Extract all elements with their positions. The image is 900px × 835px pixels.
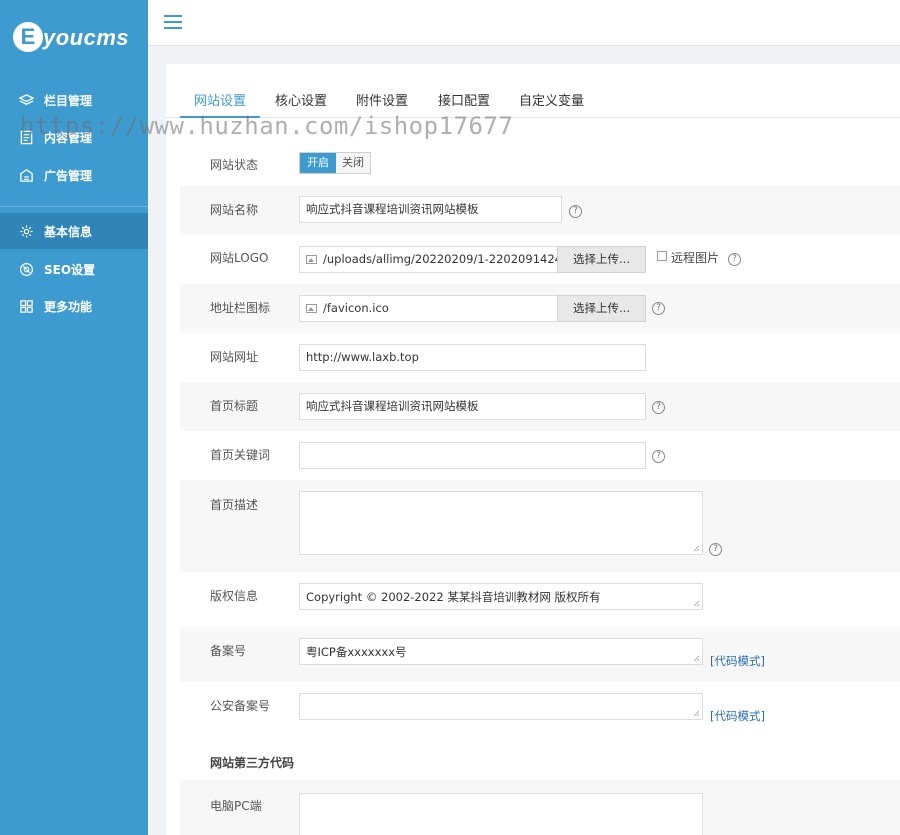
layers-icon	[18, 92, 34, 108]
form-row-police: 公安备案号 [代码模式]	[180, 682, 900, 738]
grid-icon	[18, 298, 34, 314]
home-desc-label: 首页描述	[210, 498, 259, 512]
home-desc-textarea[interactable]	[299, 491, 703, 555]
help-icon[interactable]: ?	[709, 543, 722, 556]
site-url-input[interactable]: http://www.laxb.top	[299, 344, 646, 371]
logo-path-value: /uploads/allimg/20220209/1-2202091424	[323, 252, 558, 266]
favicon-label: 地址栏图标	[210, 301, 271, 315]
form-row-home-title: 首页标题 响应式抖音课程培训资讯网站模板 ?	[180, 382, 900, 431]
logo-upload-button[interactable]: 选择上传...	[557, 246, 646, 273]
watermark-text: https://www.huzhan.com/ishop17677	[20, 112, 514, 140]
police-label: 公安备案号	[210, 699, 271, 713]
site-name-input[interactable]: 响应式抖音课程培训资讯网站模板	[299, 196, 562, 223]
form-row-status: 网站状态 开启 关闭	[180, 138, 900, 186]
help-icon[interactable]: ?	[652, 450, 665, 463]
logo-letter: E	[13, 22, 43, 52]
tab-bar: 网站设置 核心设置 附件设置 接口配置 自定义变量	[166, 64, 900, 118]
logo-text: youcms	[43, 25, 130, 50]
settings-panel: 网站设置 核心设置 附件设置 接口配置 自定义变量 网站状态 开启 关闭 网站名…	[166, 64, 900, 835]
favicon-upload-button[interactable]: 选择上传...	[557, 295, 646, 322]
site-name-label: 网站名称	[210, 203, 259, 217]
sidebar-item-more[interactable]: 更多功能	[0, 288, 148, 324]
remote-image-checkbox[interactable]	[657, 251, 667, 261]
image-icon	[306, 304, 317, 313]
form-row-icp: 备案号 粤ICP备xxxxxxx号 [代码模式]	[180, 627, 900, 682]
copyright-value: Copyright © 2002-2022 某某抖音培训教材网 版权所有	[306, 590, 601, 604]
sidebar-item-label: 广告管理	[44, 168, 93, 183]
sidebar-item-ads[interactable]: 广告管理	[0, 157, 148, 193]
resize-grip-icon[interactable]	[693, 655, 700, 662]
status-switch[interactable]: 开启 关闭	[299, 152, 371, 174]
icp-code-mode-link[interactable]: [代码模式]	[710, 653, 765, 669]
home-title-input[interactable]: 响应式抖音课程培训资讯网站模板	[299, 393, 646, 420]
resize-grip-icon[interactable]	[693, 600, 700, 607]
form-row-home-keywords: 首页关键词 ?	[180, 431, 900, 480]
form-row-pc-code: 电脑PC端	[180, 780, 900, 835]
form-section-third-party: 网站第三方代码	[180, 738, 900, 780]
logo-path-input[interactable]: /uploads/allimg/20220209/1-2202091424	[299, 246, 558, 273]
sidebar-divider	[0, 206, 148, 207]
copyright-textarea[interactable]: Copyright © 2002-2022 某某抖音培训教材网 版权所有	[299, 583, 703, 610]
form-row-logo: 网站LOGO /uploads/allimg/20220209/1-220209…	[180, 235, 900, 284]
form-row-favicon: 地址栏图标 /favicon.ico 选择上传... ?	[180, 284, 900, 333]
tab-custom-vars[interactable]: 自定义变量	[519, 90, 584, 118]
form-row-home-desc: 首页描述 ?	[180, 480, 900, 572]
icp-value: 粤ICP备xxxxxxx号	[306, 645, 407, 659]
sidebar-item-label: SEO设置	[44, 262, 96, 277]
third-party-heading: 网站第三方代码	[210, 756, 295, 770]
home-keywords-label: 首页关键词	[210, 448, 271, 462]
ad-icon	[18, 167, 34, 183]
status-on-button[interactable]: 开启	[300, 153, 336, 173]
copyright-label: 版权信息	[210, 589, 259, 603]
icp-textarea[interactable]: 粤ICP备xxxxxxx号	[299, 638, 703, 665]
sidebar-item-label: 更多功能	[44, 299, 93, 314]
logo-label: 网站LOGO	[210, 251, 269, 265]
sidebar-item-basic-info[interactable]: 基本信息	[0, 213, 148, 249]
menu-toggle-icon[interactable]	[164, 15, 182, 31]
form-row-copyright: 版权信息 Copyright © 2002-2022 某某抖音培训教材网 版权所…	[180, 572, 900, 627]
help-icon[interactable]: ?	[728, 253, 741, 266]
sidebar-item-label: 栏目管理	[44, 93, 93, 108]
seo-icon	[18, 261, 34, 277]
home-title-label: 首页标题	[210, 399, 259, 413]
sidebar-item-label: 基本信息	[44, 224, 93, 239]
help-icon[interactable]: ?	[569, 205, 582, 218]
favicon-path-value: /favicon.ico	[323, 301, 389, 315]
home-keywords-input[interactable]	[299, 442, 646, 469]
remote-image-label: 远程图片	[671, 251, 720, 265]
form-row-site-url: 网站网址 http://www.laxb.top	[180, 333, 900, 382]
icp-label: 备案号	[210, 644, 247, 658]
resize-grip-icon[interactable]	[693, 545, 700, 552]
form-row-site-name: 网站名称 响应式抖音课程培训资讯网站模板 ?	[180, 186, 900, 235]
help-icon[interactable]: ?	[652, 302, 665, 315]
image-icon	[306, 255, 317, 264]
help-icon[interactable]: ?	[652, 401, 665, 414]
site-url-label: 网站网址	[210, 350, 259, 364]
favicon-path-input[interactable]: /favicon.ico	[299, 295, 558, 322]
status-off-button[interactable]: 关闭	[336, 153, 370, 173]
logo[interactable]: E youcms	[13, 22, 143, 56]
police-code-mode-link[interactable]: [代码模式]	[710, 708, 765, 724]
gear-icon	[18, 223, 34, 239]
sidebar-item-seo[interactable]: SEO设置	[0, 251, 148, 287]
pc-code-label: 电脑PC端	[210, 799, 262, 813]
resize-grip-icon[interactable]	[693, 710, 700, 717]
top-bar	[148, 0, 900, 46]
pc-code-textarea[interactable]	[299, 793, 703, 835]
police-textarea[interactable]	[299, 693, 703, 720]
status-label: 网站状态	[210, 158, 259, 172]
